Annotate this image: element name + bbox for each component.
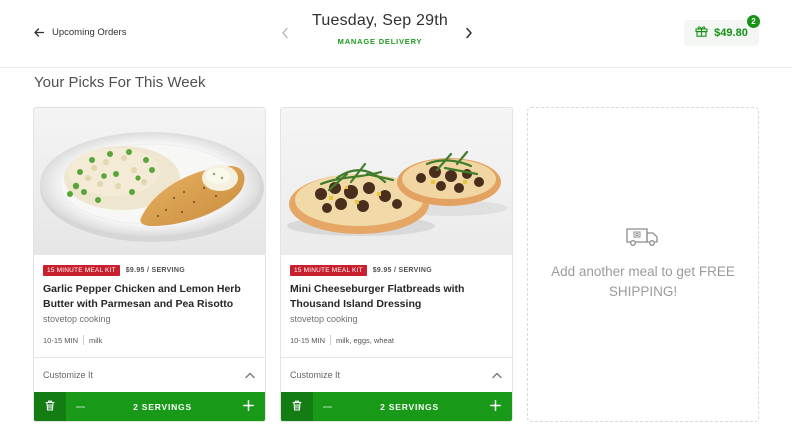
meal-card[interactable]: 15 MINUTE MEAL KIT $9.95 / SERVING Garli… xyxy=(33,107,266,422)
increase-servings-button[interactable] xyxy=(231,392,265,421)
top-header: Upcoming Orders Tuesday, Sep 29th MANAGE… xyxy=(0,0,792,68)
chevron-up-icon xyxy=(492,366,502,384)
upcoming-orders-link[interactable]: Upcoming Orders xyxy=(34,27,126,38)
add-meal-message: Add another meal to get FREE SHIPPING! xyxy=(551,264,735,299)
minus-icon xyxy=(322,406,332,408)
remove-meal-button[interactable] xyxy=(281,392,313,421)
meal-name[interactable]: Mini Cheeseburger Flatbreads with Thousa… xyxy=(290,282,505,312)
delivery-date-block: Tuesday, Sep 29th MANAGE DELIVERY xyxy=(280,12,480,49)
prep-time: 10-15 MIN xyxy=(43,335,79,345)
meal-info: 15 MINUTE MEAL KIT $9.95 / SERVING Mini … xyxy=(290,265,505,345)
gift-icon xyxy=(695,24,708,42)
plus-icon xyxy=(242,398,254,416)
servings-bar: 2 SERVINGS xyxy=(281,392,512,421)
trash-icon xyxy=(45,398,55,416)
decrease-servings-button[interactable] xyxy=(66,392,94,421)
plus-icon xyxy=(489,398,501,416)
section-title: Your Picks For This Week xyxy=(34,74,206,91)
prep-time: 10-15 MIN xyxy=(290,335,326,345)
delivery-date: Tuesday, Sep 29th xyxy=(312,12,448,29)
customize-label: Customize It xyxy=(290,370,341,380)
allergens: milk, eggs, wheat xyxy=(336,335,394,345)
divider xyxy=(330,335,332,345)
customize-toggle[interactable]: Customize It xyxy=(34,357,265,392)
servings-count: 2 SERVINGS xyxy=(133,402,192,412)
meal-subtitle: stovetop cooking xyxy=(290,314,358,324)
remove-meal-button[interactable] xyxy=(34,392,66,421)
cart-total: $49.80 xyxy=(714,27,748,39)
arrow-left-icon xyxy=(34,28,44,37)
meal-info: 15 MINUTE MEAL KIT $9.95 / SERVING Garli… xyxy=(43,265,258,345)
decrease-servings-button[interactable] xyxy=(313,392,341,421)
meal-kit-badge: 15 MINUTE MEAL KIT xyxy=(43,265,120,276)
meal-photo-chicken-risotto xyxy=(34,108,265,255)
customize-label: Customize It xyxy=(43,370,94,380)
chevron-right-icon[interactable] xyxy=(465,26,473,44)
servings-bar: 2 SERVINGS xyxy=(34,392,265,421)
minus-icon xyxy=(75,406,85,408)
meal-kit-badge: 15 MINUTE MEAL KIT xyxy=(290,265,367,276)
cart-count-badge: 2 xyxy=(746,14,761,29)
price-per-serving: $9.95 / SERVING xyxy=(125,267,185,274)
upcoming-orders-label: Upcoming Orders xyxy=(52,27,127,38)
servings-count: 2 SERVINGS xyxy=(380,402,439,412)
trash-icon xyxy=(292,398,302,416)
meal-photo-cheeseburger-flatbreads xyxy=(281,108,512,255)
delivery-truck-icon xyxy=(626,227,660,252)
price-per-serving: $9.95 / SERVING xyxy=(372,267,432,274)
meal-name[interactable]: Garlic Pepper Chicken and Lemon Herb But… xyxy=(43,282,258,312)
manage-delivery-link[interactable]: MANAGE DELIVERY xyxy=(338,37,423,46)
chevron-up-icon xyxy=(245,366,255,384)
allergens: milk xyxy=(89,335,103,345)
meal-card[interactable]: 15 MINUTE MEAL KIT $9.95 / SERVING Mini … xyxy=(280,107,513,422)
divider xyxy=(83,335,85,345)
customize-toggle[interactable]: Customize It xyxy=(281,357,512,392)
increase-servings-button[interactable] xyxy=(478,392,512,421)
add-meal-card[interactable]: Add another meal to get FREE SHIPPING! xyxy=(527,107,759,422)
meal-subtitle: stovetop cooking xyxy=(43,314,111,324)
